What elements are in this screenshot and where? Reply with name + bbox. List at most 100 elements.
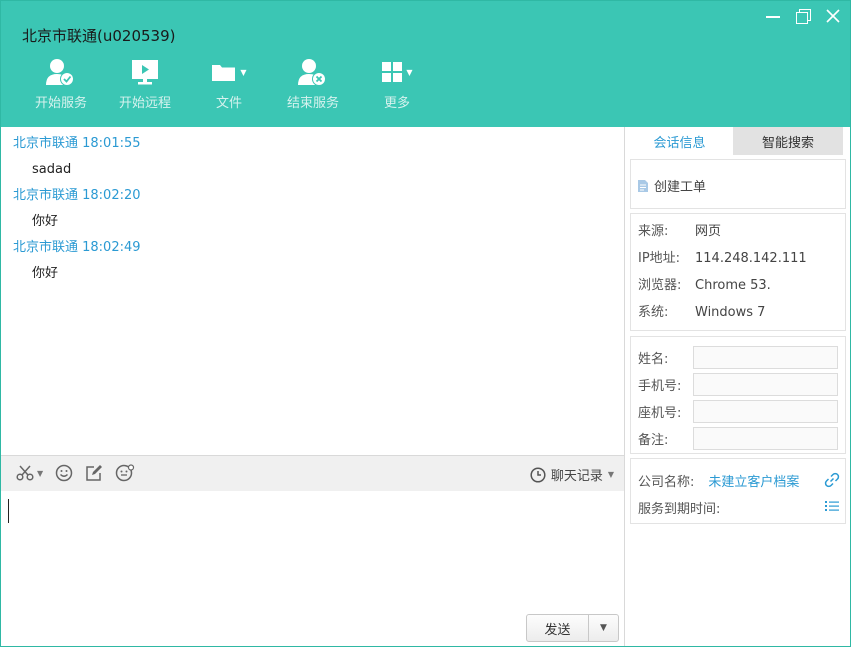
send-button-group: 发送 ▼ — [526, 614, 619, 642]
create-ticket-button[interactable]: 创建工单 — [637, 176, 706, 195]
list-button[interactable] — [824, 499, 840, 517]
chat-history-button[interactable]: 聊天记录 ▼ — [530, 465, 614, 484]
chat-message: 北京市联通 18:01:55 sadad — [13, 135, 624, 187]
chat-message: 北京市联通 18:02:20 你好 — [13, 187, 624, 239]
message-text: 你好 — [32, 214, 59, 229]
smiley-icon — [55, 464, 73, 482]
field-row-note: 备注: — [638, 425, 845, 452]
field-label: 姓名: — [638, 352, 669, 367]
name-field[interactable] — [693, 346, 838, 369]
edit-icon — [86, 465, 103, 481]
message-sender: 北京市联通 18:01:55 — [13, 136, 141, 151]
company-info: 公司名称: 未建立客户档案 服务到期时间: — [630, 458, 846, 524]
chevron-down-icon: ▼ — [607, 470, 614, 479]
info-value: Chrome 53. — [695, 278, 771, 293]
close-icon — [826, 9, 840, 23]
chevron-down-icon: ▼ — [240, 67, 247, 77]
info-key: 浏览器: — [638, 278, 682, 293]
message-text: 你好 — [32, 266, 59, 281]
info-row-ip: IP地址: 114.248.142.111 — [638, 250, 845, 277]
end-service-icon — [298, 59, 326, 86]
end-service-button[interactable]: 结束服务 — [271, 55, 355, 111]
window-controls — [764, 7, 842, 25]
clock-icon — [530, 466, 546, 483]
customer-service-window: 北京市联通(u020539) 开始服务 开始远程 ▼ 文件 结束服务 ▼ 更多 … — [0, 0, 851, 647]
info-value: Windows 7 — [695, 305, 766, 320]
link-icon — [824, 472, 840, 488]
message-sender: 北京市联通 18:02:49 — [13, 240, 141, 255]
field-label: 手机号: — [638, 379, 682, 394]
expiry-row: 服务到期时间: — [638, 494, 840, 521]
tab-smart-search[interactable]: 智能搜索 — [733, 127, 843, 155]
minimize-button[interactable] — [764, 7, 782, 25]
document-icon — [638, 179, 648, 192]
emoji-button[interactable] — [55, 464, 73, 482]
note-field[interactable] — [693, 427, 838, 450]
send-options-button[interactable]: ▼ — [589, 615, 618, 641]
text-cursor — [8, 499, 9, 523]
company-link[interactable]: 未建立客户档案 — [708, 471, 799, 490]
link-button[interactable] — [824, 472, 840, 492]
remote-desktop-icon — [132, 60, 158, 85]
face-chat-icon — [115, 464, 135, 482]
header-bar: 北京市联通(u020539) 开始服务 开始远程 ▼ 文件 结束服务 ▼ 更多 — [1, 1, 850, 127]
close-button[interactable] — [824, 7, 842, 25]
info-key: IP地址: — [638, 251, 681, 266]
chevron-down-icon: ▼ — [600, 623, 607, 633]
window-title: 北京市联通(u020539) — [22, 27, 176, 45]
start-remote-button[interactable]: 开始远程 — [103, 55, 187, 111]
start-remote-label: 开始远程 — [118, 96, 171, 111]
scissors-icon — [16, 465, 34, 481]
start-service-button[interactable]: 开始服务 — [19, 55, 103, 111]
company-row: 公司名称: 未建立客户档案 — [638, 467, 840, 494]
visitor-info: 来源: 网页 IP地址: 114.248.142.111 浏览器: Chrome… — [630, 213, 846, 331]
field-row-mobile: 手机号: — [638, 371, 845, 398]
panel-tabs: 会话信息 智能搜索 — [626, 127, 850, 155]
info-value: 114.248.142.111 — [695, 251, 807, 266]
visitor-form: 姓名: 手机号: 座机号: 备注: — [630, 336, 846, 454]
expiry-label: 服务到期时间: — [638, 502, 721, 517]
folder-icon — [212, 65, 236, 81]
message-text: sadad — [32, 162, 72, 177]
chevron-down-icon: ▼ — [37, 468, 44, 478]
restore-button[interactable] — [794, 7, 812, 25]
chat-message: 北京市联通 18:02:49 你好 — [13, 239, 624, 291]
info-key: 系统: — [638, 305, 669, 320]
create-ticket-label: 创建工单 — [654, 180, 707, 195]
editor-toolbar: ▼ 聊天记录 ▼ — [1, 455, 625, 491]
session-panel: 会话信息 智能搜索 创建工单 来源: 网页 IP地址: 114.248.142.… — [626, 127, 850, 646]
more-label: 更多 — [383, 96, 410, 111]
list-icon — [825, 501, 839, 511]
chat-history-label: 聊天记录 — [550, 469, 603, 484]
info-row-os: 系统: Windows 7 — [638, 304, 845, 331]
edit-button[interactable] — [85, 464, 103, 482]
message-sender: 北京市联通 18:02:20 — [13, 188, 141, 203]
file-button[interactable]: ▼ 文件 — [187, 55, 271, 111]
message-input[interactable]: 发送 ▼ — [1, 491, 625, 646]
field-row-phone: 座机号: — [638, 398, 845, 425]
end-service-label: 结束服务 — [286, 96, 339, 111]
tab-session-info[interactable]: 会话信息 — [626, 127, 733, 155]
mobile-field[interactable] — [693, 373, 838, 396]
ticket-box: 创建工单 — [630, 159, 846, 209]
chat-history[interactable]: 北京市联通 18:01:55 sadad 北京市联通 18:02:20 你好 北… — [1, 127, 625, 455]
quick-reply-button[interactable] — [115, 464, 135, 482]
info-row-source: 来源: 网页 — [638, 223, 845, 250]
send-button[interactable]: 发送 — [527, 615, 589, 641]
main-toolbar: 开始服务 开始远程 ▼ 文件 结束服务 ▼ 更多 — [19, 55, 439, 111]
field-label: 座机号: — [638, 406, 682, 421]
file-label: 文件 — [215, 96, 242, 111]
field-label: 备注: — [638, 433, 669, 448]
more-button[interactable]: ▼ 更多 — [355, 55, 439, 111]
screenshot-button[interactable]: ▼ — [16, 465, 43, 481]
company-label: 公司名称: — [638, 475, 695, 490]
start-service-label: 开始服务 — [34, 96, 87, 111]
field-row-name: 姓名: — [638, 344, 845, 371]
info-row-browser: 浏览器: Chrome 53. — [638, 277, 845, 304]
chevron-down-icon: ▼ — [406, 67, 413, 77]
landline-field[interactable] — [693, 400, 838, 423]
info-key: 来源: — [638, 224, 669, 239]
start-service-icon — [46, 59, 74, 86]
info-value: 网页 — [695, 224, 722, 239]
grid-icon — [382, 62, 403, 82]
